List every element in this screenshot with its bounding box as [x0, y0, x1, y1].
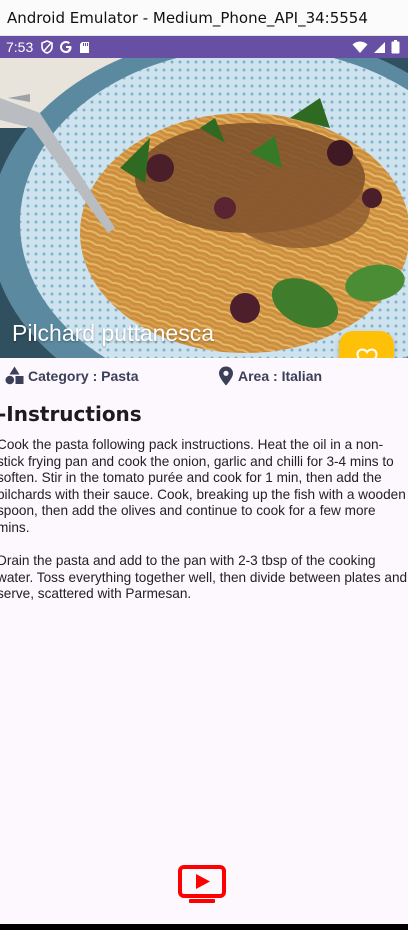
system-nav-bar [0, 924, 408, 930]
meal-image [0, 58, 408, 358]
sd-card-icon [80, 41, 90, 53]
meal-title: Pilchard puttanesca [12, 320, 215, 346]
instructions-text: Cook the pasta following pack instructio… [0, 437, 408, 602]
window-title: Android Emulator - Medium_Phone_API_34:5… [7, 8, 368, 27]
area-row: Area : Italian [218, 366, 322, 386]
area-label: Area : Italian [238, 368, 323, 384]
google-icon [60, 41, 72, 53]
wifi-icon [352, 41, 368, 53]
signal-icon [374, 41, 385, 53]
location-pin-icon [219, 366, 233, 386]
category-label: Category : Pasta [28, 367, 139, 384]
category-shapes-icon [5, 366, 24, 385]
meal-details: Category : Pasta Area : Italian -Instruc… [0, 358, 408, 924]
shield-icon [41, 40, 54, 54]
status-bar: 7:53 [0, 36, 408, 58]
emulator-title-bar: Android Emulator - Medium_Phone_API_34:5… [0, 0, 408, 36]
instructions-heading: -Instructions [0, 402, 142, 426]
status-time: 7:53 [6, 39, 34, 55]
youtube-button[interactable] [177, 864, 227, 904]
youtube-play-icon [178, 865, 226, 903]
category-row: Category : Pasta [5, 366, 138, 385]
battery-icon [391, 40, 400, 54]
